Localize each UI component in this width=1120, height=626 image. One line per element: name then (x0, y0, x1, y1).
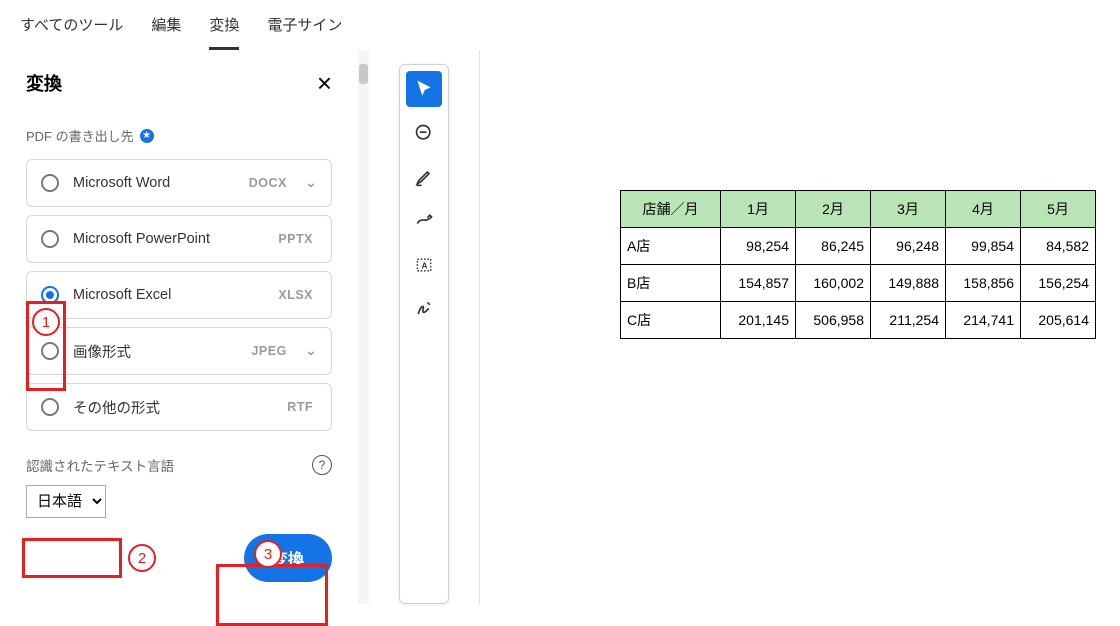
export-option-1[interactable]: Microsoft PowerPoint PPTX (26, 215, 332, 263)
chevron-down-icon: ⌄ (305, 343, 317, 359)
radio-icon (41, 174, 59, 192)
col-header: 5月 (1021, 191, 1096, 228)
menu-esign[interactable]: 電子サイン (267, 14, 342, 50)
option-ext: DOCX (249, 176, 287, 190)
menu-convert[interactable]: 変換 (209, 14, 239, 50)
language-label: 認識されたテキスト言語 (26, 455, 174, 475)
radio-icon (41, 230, 59, 248)
chevron-down-icon: ⌄ (305, 175, 317, 191)
export-option-4[interactable]: その他の形式 RTF (26, 383, 332, 431)
close-icon[interactable]: × (317, 70, 332, 96)
col-header: 3月 (871, 191, 946, 228)
option-label: Microsoft Excel (73, 287, 171, 303)
highlight-icon[interactable] (406, 159, 442, 195)
option-label: Microsoft PowerPoint (73, 231, 210, 247)
export-option-0[interactable]: Microsoft Word DOCX ⌄ (26, 159, 332, 207)
export-section-label: PDF の書き出し先 ★ (26, 126, 332, 145)
panel-scrollbar[interactable] (358, 50, 369, 604)
help-icon[interactable]: ? (312, 455, 332, 475)
option-ext: PPTX (278, 232, 313, 246)
table-row: A店98,25486,24596,24899,85484,582 (621, 228, 1096, 265)
table-row: B店154,857160,002149,888158,856156,254 (621, 265, 1096, 302)
tool-strip: A (399, 64, 449, 604)
col-header: 4月 (946, 191, 1021, 228)
table-row: C店201,145506,958211,254214,741205,614 (621, 302, 1096, 339)
menu-edit[interactable]: 編集 (151, 14, 181, 50)
data-table: 店舗／月1月2月3月4月5月 A店98,25486,24596,24899,85… (620, 190, 1096, 339)
option-ext: XLSX (278, 288, 313, 302)
select-tool-icon[interactable] (406, 71, 442, 107)
convert-panel: 変換 × PDF の書き出し先 ★ Microsoft WordDOCX⌄Mic… (0, 50, 358, 604)
panel-title: 変換 (26, 70, 62, 96)
document-preview: 店舗／月1月2月3月4月5月 A店98,25486,24596,24899,85… (479, 50, 1120, 604)
col-header: 店舗／月 (621, 191, 721, 228)
col-header: 1月 (721, 191, 796, 228)
draw-icon[interactable] (406, 203, 442, 239)
option-ext: RTF (287, 400, 313, 414)
col-header: 2月 (796, 191, 871, 228)
language-select[interactable]: 日本語 (26, 485, 106, 518)
radio-icon (41, 342, 59, 360)
export-option-3[interactable]: 画像形式 JPEG ⌄ (26, 327, 332, 375)
radio-icon (41, 398, 59, 416)
option-label: 画像形式 (73, 341, 131, 362)
menu-all-tools[interactable]: すべてのツール (20, 14, 123, 50)
radio-icon (41, 286, 59, 304)
export-option-2[interactable]: Microsoft Excel XLSX (26, 271, 332, 319)
svg-text:A: A (422, 260, 428, 270)
top-menu-bar: すべてのツール 編集 変換 電子サイン (0, 0, 1120, 50)
convert-button[interactable]: 変換 (244, 534, 332, 582)
option-label: Microsoft Word (73, 175, 170, 191)
comment-icon[interactable] (406, 115, 442, 151)
star-icon: ★ (140, 129, 154, 143)
option-label: その他の形式 (73, 397, 160, 418)
textbox-icon[interactable]: A (406, 247, 442, 283)
signature-icon[interactable] (406, 291, 442, 327)
option-ext: JPEG (251, 344, 286, 358)
